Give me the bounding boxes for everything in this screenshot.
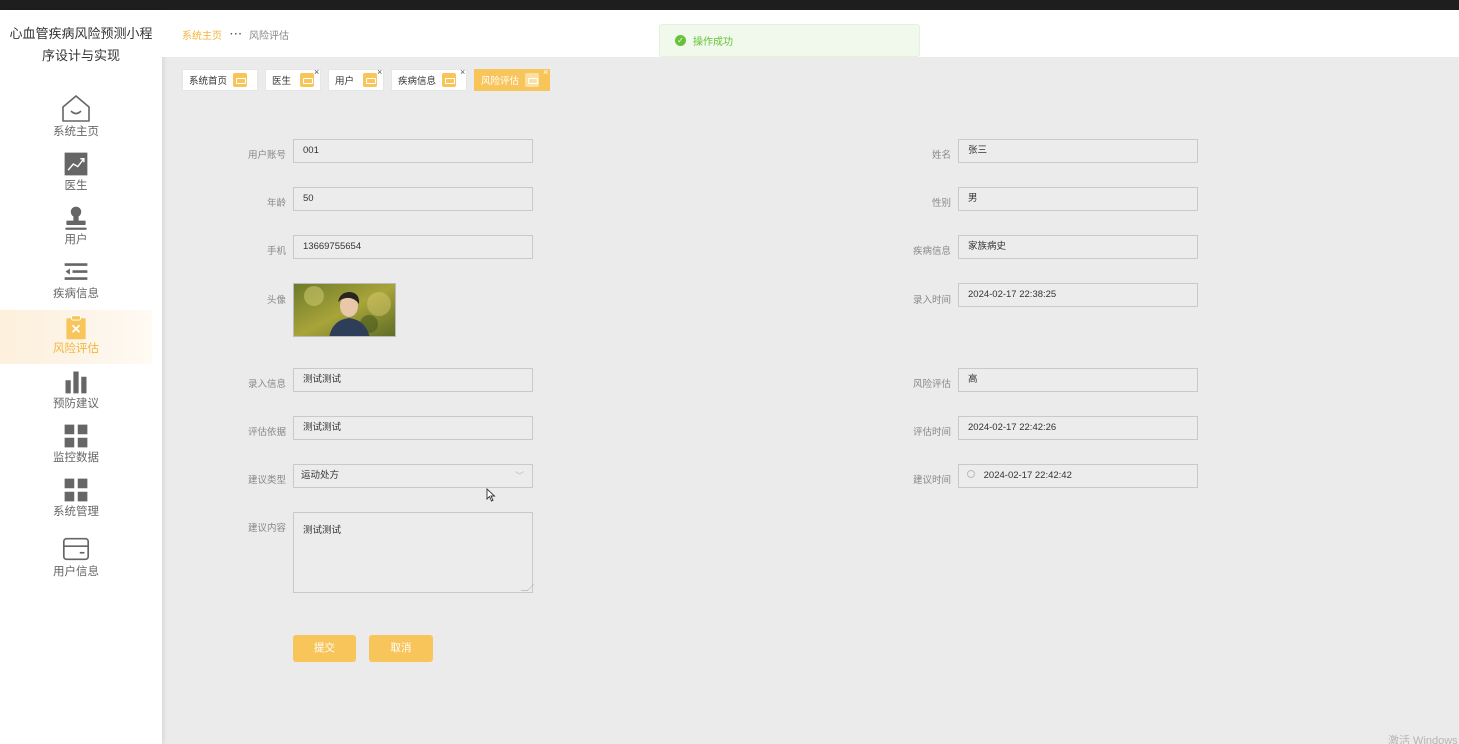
tag-risk-assessment[interactable]: 风险评估 ×: [474, 67, 550, 91]
name-label: 姓名: [931, 150, 951, 161]
disease-field[interactable]: 家族病史: [958, 235, 1198, 259]
app-title: 心血管疾病风险预测小程序设计与实现: [9, 26, 153, 63]
account-label: 用户账号: [247, 150, 286, 161]
card-icon: [62, 537, 90, 561]
sidebar-item-label: 监控数据: [53, 452, 99, 464]
entry-info-label: 录入信息: [247, 379, 286, 390]
tag-icon: [363, 73, 377, 87]
tag-icon: [525, 73, 539, 87]
close-icon[interactable]: ×: [543, 67, 548, 77]
chevron-down-icon: ﹀: [514, 471, 524, 481]
avatar-image[interactable]: [293, 283, 396, 337]
sidebar-item-risk-assessment[interactable]: 风险评估: [0, 310, 152, 364]
advice-time-value: 2024-02-17 22:42:42: [983, 470, 1072, 481]
sidebar-item-label: 系统管理: [53, 506, 99, 518]
sidebar-item-label: 用户: [64, 234, 88, 246]
tag-user[interactable]: 用户 ×: [328, 67, 384, 91]
sidebar-item-label: 用户信息: [53, 566, 99, 578]
submit-button[interactable]: 提交: [293, 635, 356, 662]
phone-field[interactable]: 13669755654: [293, 235, 533, 259]
cancel-button[interactable]: 取消: [369, 635, 433, 662]
tag-label: 系统首页: [189, 76, 228, 87]
entry-info-field[interactable]: 测试测试: [293, 368, 533, 392]
mouse-cursor-icon: [486, 488, 496, 502]
close-icon[interactable]: ×: [377, 67, 382, 77]
clipboard-x-icon: [66, 315, 86, 340]
sidebar-item-prevention[interactable]: 预防建议: [0, 368, 152, 418]
sidebar-item-label: 风险评估: [53, 343, 99, 355]
close-icon[interactable]: ×: [314, 67, 319, 77]
check-circle-icon: ✓: [675, 35, 686, 46]
sidebar-item-label: 疾病信息: [53, 288, 99, 300]
tag-doctor[interactable]: 医生 ×: [265, 67, 321, 91]
sidebar-item-user-info[interactable]: 用户信息: [0, 534, 152, 586]
user-stamp-icon: [65, 206, 87, 230]
tag-icon: [442, 73, 456, 87]
tag-label: 医生: [272, 76, 292, 87]
sidebar-item-label: 预防建议: [53, 398, 99, 410]
sidebar-item-label: 医生: [64, 180, 88, 192]
tag-icon: [233, 73, 247, 87]
sidebar-item-monitoring[interactable]: 监控数据: [0, 422, 152, 472]
activate-windows-watermark: 激活 Windows: [1388, 735, 1458, 744]
grid-icon: [64, 424, 88, 448]
tag-icon: [300, 73, 314, 87]
sidebar-item-home[interactable]: 系统主页: [0, 92, 152, 144]
advice-type-select[interactable]: 运动处方 ﹀: [293, 464, 533, 488]
breadcrumb-current: 风险评估: [249, 31, 289, 42]
sidebar: 心血管疾病风险预测小程序设计与实现 系统主页 医生 用户 疾病信息 风险评估 预…: [0, 10, 162, 744]
grid-icon: [64, 478, 88, 502]
account-field[interactable]: 001: [293, 139, 533, 163]
resize-grip-icon[interactable]: [520, 584, 535, 591]
eval-time-field[interactable]: 2024-02-17 22:42:26: [958, 416, 1198, 440]
advice-content-textarea[interactable]: 测试测试: [293, 512, 535, 593]
chart-trend-icon: [64, 152, 88, 176]
avatar-photo: [294, 284, 395, 336]
eval-time-label: 评估时间: [912, 427, 951, 438]
close-icon[interactable]: ×: [460, 67, 465, 77]
disease-label: 疾病信息: [912, 246, 951, 257]
basis-label: 评估依据: [247, 427, 286, 438]
advice-type-value: 运动处方: [301, 470, 340, 481]
tag-label: 风险评估: [481, 76, 520, 87]
gender-field[interactable]: 男: [958, 187, 1198, 211]
tag-label: 疾病信息: [398, 76, 437, 87]
tag-label: 用户: [335, 76, 355, 87]
tag-home[interactable]: 系统首页: [182, 69, 258, 91]
avatar-label: 头像: [266, 295, 286, 306]
breadcrumb-separator: ···: [230, 29, 243, 40]
sidebar-item-disease[interactable]: 疾病信息: [0, 258, 152, 308]
sidebar-item-system-admin[interactable]: 系统管理: [0, 476, 152, 526]
advice-type-label: 建议类型: [247, 475, 286, 486]
breadcrumb-home[interactable]: 系统主页: [182, 27, 222, 42]
phone-label: 手机: [266, 246, 286, 257]
advice-time-label: 建议时间: [912, 475, 951, 486]
window-top-bar: [0, 0, 1459, 10]
toast-message: 操作成功: [693, 37, 733, 48]
sidebar-item-doctor[interactable]: 医生: [0, 150, 152, 200]
tag-disease[interactable]: 疾病信息 ×: [391, 67, 467, 91]
age-label: 年龄: [266, 198, 286, 209]
advice-content-value: 测试测试: [303, 525, 342, 536]
name-field[interactable]: 张三: [958, 139, 1198, 163]
clock-icon: [967, 470, 975, 478]
list-indent-icon: [64, 263, 88, 280]
entry-time-label: 录入时间: [912, 295, 951, 306]
sidebar-item-label: 系统主页: [53, 126, 99, 138]
breadcrumb: 系统主页 ··· 风险评估: [182, 27, 289, 42]
bar-chart-icon: [65, 371, 87, 394]
basis-field[interactable]: 测试测试: [293, 416, 533, 440]
home-icon: [62, 95, 90, 122]
entry-time-field[interactable]: 2024-02-17 22:38:25: [958, 283, 1198, 307]
sidebar-item-user[interactable]: 用户: [0, 204, 152, 254]
advice-content-label: 建议内容: [247, 523, 286, 534]
age-field[interactable]: 50: [293, 187, 533, 211]
risk-field[interactable]: 高: [958, 368, 1198, 392]
risk-label: 风险评估: [912, 379, 951, 390]
gender-label: 性别: [931, 198, 951, 209]
advice-time-picker[interactable]: 2024-02-17 22:42:42: [958, 464, 1198, 488]
success-toast: ✓ 操作成功: [659, 24, 920, 57]
